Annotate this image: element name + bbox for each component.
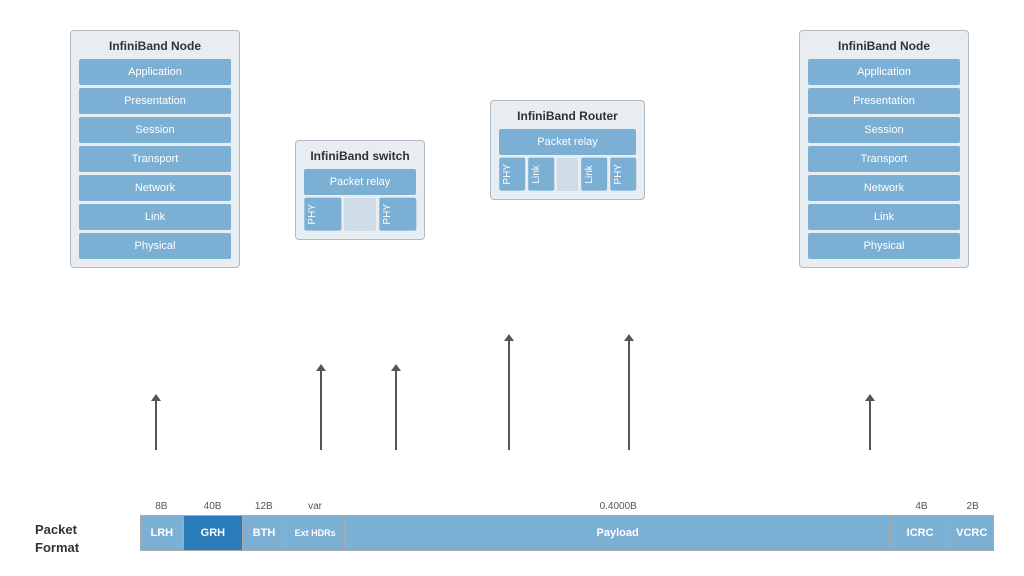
router-phy-left: PHY — [499, 158, 525, 191]
right-layer-session: Session — [808, 117, 960, 143]
ib-switch: InfiniBand switch Packet relay PHY PHY — [295, 140, 425, 240]
size-vcrc: 2B — [951, 501, 994, 512]
right-layer-physical: Physical — [808, 233, 960, 259]
right-layer-link: Link — [808, 204, 960, 230]
left-layer-session: Session — [79, 117, 231, 143]
size-bth: 12B — [242, 501, 285, 512]
block-lrh: LRH — [141, 516, 184, 550]
router-link-left: Link — [528, 158, 554, 191]
right-layer-network: Network — [808, 175, 960, 201]
left-ib-node: InfiniBand Node Application Presentation… — [70, 30, 240, 268]
switch-phy-row: PHY PHY — [304, 198, 416, 231]
router-phy-right: PHY — [610, 158, 636, 191]
switch-phy-left: PHY — [304, 198, 341, 231]
size-labels-row: 8B 40B 12B var 0.4000B 4B 2B — [140, 501, 994, 512]
switch-title: InfiniBand switch — [304, 149, 416, 163]
router-spacer — [557, 158, 577, 191]
switch-phy-spacer — [344, 198, 375, 231]
switch-relay-layer: Packet relay — [304, 169, 416, 195]
diagram-container: InfiniBand Node Application Presentation… — [0, 0, 1024, 576]
left-node-title: InfiniBand Node — [79, 39, 231, 53]
left-layer-stack: Application Presentation Session Transpo… — [79, 59, 231, 259]
router-link-right: Link — [581, 158, 607, 191]
right-node-title: InfiniBand Node — [808, 39, 960, 53]
block-icrc: ICRC — [891, 516, 951, 550]
packet-blocks: LRH GRH BTH Ext HDRs Payload ICRC VCRC — [140, 515, 994, 551]
arrow-router-right — [628, 340, 630, 450]
block-bth: BTH — [243, 516, 286, 550]
size-lrh: 8B — [140, 501, 183, 512]
size-payload: 0.4000B — [345, 501, 892, 512]
left-layer-presentation: Presentation — [79, 88, 231, 114]
left-layer-link: Link — [79, 204, 231, 230]
block-vcrc: VCRC — [950, 516, 993, 550]
arrow-left-node — [155, 400, 157, 450]
right-layer-presentation: Presentation — [808, 88, 960, 114]
router-relay-layer: Packet relay — [499, 129, 636, 155]
arrow-switch-right — [395, 370, 397, 450]
right-layer-application: Application — [808, 59, 960, 85]
block-grh: GRH — [184, 516, 244, 550]
block-ext: Ext HDRs — [286, 516, 346, 550]
router-inner: Packet relay PHY Link Link PHY — [499, 129, 636, 191]
packet-format-area: PacketFormat 8B 40B 12B var 0.4000B 4B 2… — [140, 501, 994, 551]
block-payload: Payload — [345, 516, 890, 550]
size-grh: 40B — [183, 501, 243, 512]
left-layer-network: Network — [79, 175, 231, 201]
left-layer-transport: Transport — [79, 146, 231, 172]
size-ext: var — [285, 501, 345, 512]
right-ib-node: InfiniBand Node Application Presentation… — [799, 30, 969, 268]
arrow-router-left — [508, 340, 510, 450]
arrow-switch-left — [320, 370, 322, 450]
router-phy-link-row: PHY Link Link PHY — [499, 158, 636, 191]
size-icrc: 4B — [892, 501, 952, 512]
switch-phy-right: PHY — [379, 198, 416, 231]
right-layer-stack: Application Presentation Session Transpo… — [808, 59, 960, 259]
arrow-right-node — [869, 400, 871, 450]
packet-format-label: PacketFormat — [35, 521, 79, 557]
ib-router: InfiniBand Router Packet relay PHY Link … — [490, 100, 645, 200]
right-layer-transport: Transport — [808, 146, 960, 172]
router-title: InfiniBand Router — [499, 109, 636, 123]
left-layer-application: Application — [79, 59, 231, 85]
left-layer-physical: Physical — [79, 233, 231, 259]
